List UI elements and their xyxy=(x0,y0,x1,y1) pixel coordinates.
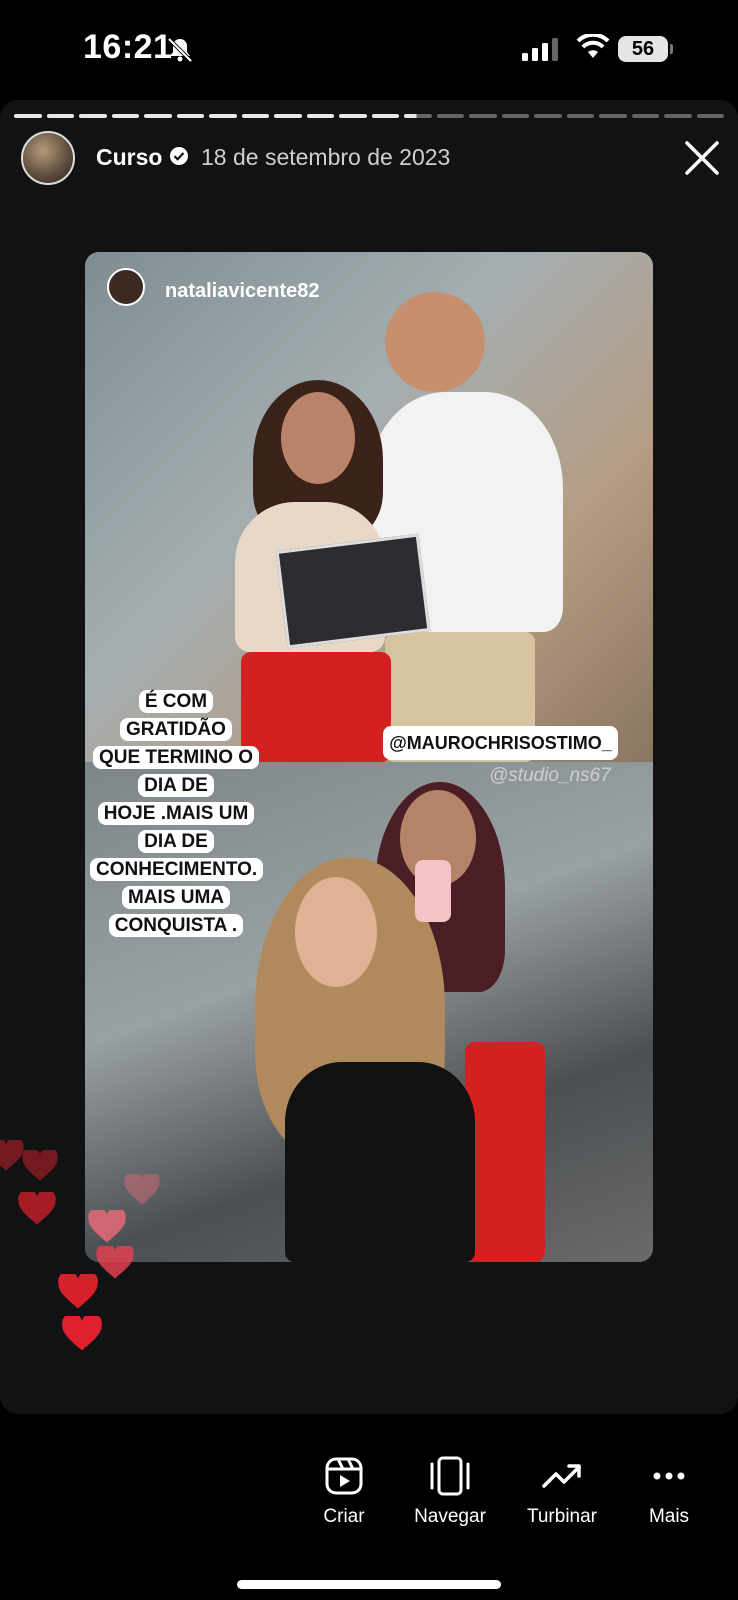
create-button[interactable]: Criar xyxy=(289,1456,399,1528)
salon-photo-top: nataliavicente82 xyxy=(85,252,653,762)
home-indicator[interactable] xyxy=(237,1580,501,1589)
heart-icon xyxy=(96,1246,134,1279)
heart-icon xyxy=(62,1316,102,1351)
progress-segment xyxy=(631,114,659,118)
more-icon xyxy=(653,1472,685,1480)
inner-avatar xyxy=(107,268,145,306)
progress-segment xyxy=(696,114,724,118)
progress-segment xyxy=(501,114,529,118)
browse-label: Navegar xyxy=(414,1506,486,1527)
progress-segment xyxy=(79,114,107,118)
boost-button[interactable]: Turbinar xyxy=(507,1456,617,1528)
progress-segment xyxy=(209,114,237,118)
heart-icon xyxy=(88,1210,126,1243)
story-header: Curso 18 de setembro de 2023 xyxy=(0,128,738,188)
progress-segment xyxy=(144,114,172,118)
more-button[interactable]: Mais xyxy=(614,1456,724,1528)
progress-segment xyxy=(436,114,464,118)
story-progress-bar xyxy=(14,114,724,118)
story-caption: É COM GRATIDÃO QUE TERMINO O DIA DE HOJE .M… xyxy=(90,688,264,940)
story-viewer[interactable]: Curso 18 de setembro de 2023 nataliavice… xyxy=(0,100,738,1414)
progress-segment xyxy=(599,114,627,118)
progress-segment xyxy=(111,114,139,118)
woman-skirt xyxy=(241,652,391,762)
heart-icon xyxy=(18,1192,56,1225)
caption-line: CONHECIMENTO. xyxy=(90,858,264,881)
progress-segment xyxy=(274,114,302,118)
more-label: Mais xyxy=(648,1506,690,1527)
watermark-text: @studio_ns67 xyxy=(489,765,611,786)
signal-icon xyxy=(522,38,558,61)
bell-off-icon xyxy=(167,37,193,63)
trending-icon xyxy=(542,1464,581,1488)
caption-line: MAIS UMA xyxy=(121,886,231,909)
certificate xyxy=(275,533,431,649)
progress-segment xyxy=(371,114,399,118)
progress-segment xyxy=(241,114,269,118)
woman-face xyxy=(281,392,355,484)
phone-in-hand xyxy=(415,860,451,922)
progress-segment xyxy=(14,114,42,118)
client-top xyxy=(285,1062,475,1262)
stylist-pants xyxy=(465,1042,545,1262)
progress-segment xyxy=(176,114,204,118)
progress-segment xyxy=(534,114,562,118)
caption-line: CONQUISTA . xyxy=(108,914,244,937)
mention-sticker[interactable]: @MAUROCHRISOSTIMO_ xyxy=(383,726,618,760)
browse-icon xyxy=(430,1456,470,1496)
create-label: Criar xyxy=(323,1506,365,1527)
shared-post-image[interactable]: nataliavicente82 É COM GRATIDÃO QUE TERMI… xyxy=(85,252,653,1262)
caption-line: HOJE .MAIS UM xyxy=(97,802,255,825)
progress-segment xyxy=(664,114,692,118)
progress-segment xyxy=(46,114,74,118)
client-face xyxy=(295,877,377,987)
progress-segment xyxy=(404,114,432,118)
battery-cap xyxy=(670,44,673,54)
status-time: 16:21 xyxy=(83,28,173,66)
reel-icon xyxy=(325,1457,363,1495)
heart-icon xyxy=(124,1174,160,1205)
story-action-bar: Criar Navegar Turbinar Mais xyxy=(0,1414,738,1600)
heart-icon xyxy=(22,1150,58,1181)
progress-segment xyxy=(469,114,497,118)
profile-avatar[interactable] xyxy=(21,131,75,185)
caption-line: DIA DE xyxy=(138,830,214,853)
heart-icon xyxy=(0,1140,24,1171)
caption-line: QUE TERMINO O xyxy=(92,746,260,769)
progress-segment xyxy=(566,114,594,118)
close-icon[interactable] xyxy=(682,138,722,178)
man-figure xyxy=(385,292,485,392)
status-bar: 16:21 56 xyxy=(0,0,738,100)
wifi-icon xyxy=(576,34,610,58)
boost-label: Turbinar xyxy=(526,1506,598,1527)
story-date: 18 de setembro de 2023 xyxy=(201,144,451,170)
heart-icon xyxy=(58,1274,98,1309)
verified-badge-icon xyxy=(170,147,188,165)
story-username[interactable]: Curso xyxy=(96,144,162,171)
inner-username: nataliavicente82 xyxy=(165,280,320,302)
progress-segment xyxy=(306,114,334,118)
progress-segment xyxy=(339,114,367,118)
browse-button[interactable]: Navegar xyxy=(395,1456,505,1528)
caption-line: É COM GRATIDÃO xyxy=(120,690,232,741)
battery-icon: 56 xyxy=(618,36,668,62)
caption-line: DIA DE xyxy=(138,774,214,797)
